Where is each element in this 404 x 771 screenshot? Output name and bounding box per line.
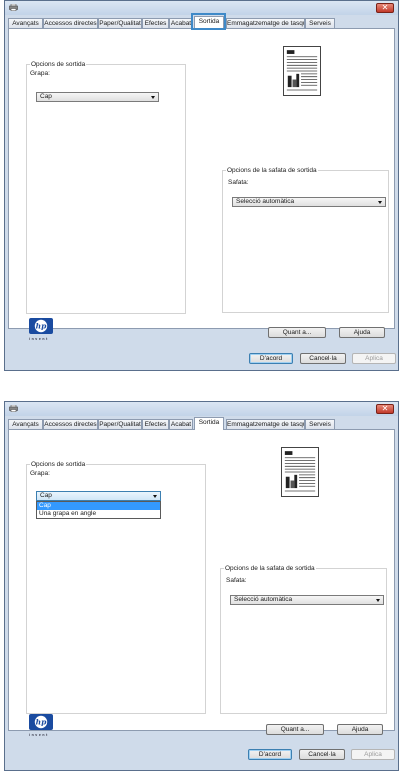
tab-advanced[interactable]: Avançats <box>8 419 43 429</box>
cancel-button[interactable]: Cancel·la <box>299 749 345 760</box>
output-tray-group: Opcions de la safata de sortida Safata: … <box>222 166 389 313</box>
tab-paper-quality[interactable]: Paper/Qualitat <box>98 18 142 28</box>
output-tray-group: Opcions de la safata de sortida Safata: … <box>220 564 387 714</box>
output-tab-panel: Opcions de sortida Grapa: Cap Opcions de… <box>8 28 395 341</box>
title-bar: ✕ <box>5 402 398 416</box>
hp-logo-icon: hp <box>29 714 53 730</box>
tab-services[interactable]: Serveis <box>305 419 335 429</box>
print-properties-dialog-2: ✕ Avançats Accessos directes Paper/Quali… <box>4 401 399 771</box>
chevron-down-icon <box>378 201 382 204</box>
close-button[interactable]: ✕ <box>376 3 394 13</box>
close-icon: ✕ <box>381 3 389 12</box>
apply-button[interactable]: Aplica <box>351 749 395 760</box>
tab-advanced[interactable]: Avançats <box>8 18 43 28</box>
tab-finishing[interactable]: Acabat <box>169 18 193 28</box>
staple-select[interactable]: Cap <box>36 92 159 102</box>
tab-strip: Avançats Accessos directes Paper/Qualita… <box>8 417 395 430</box>
chevron-down-icon <box>376 599 380 602</box>
document-preview-icon <box>281 447 319 497</box>
staple-select-value: Cap <box>40 492 52 499</box>
output-options-legend: Opcions de sortida <box>30 60 87 69</box>
tab-highlight-box <box>191 13 226 30</box>
tab-shortcuts[interactable]: Accessos directes <box>43 419 98 429</box>
help-button[interactable]: Ajuda <box>339 327 385 338</box>
output-options-group: Opcions de sortida Grapa: Cap Cap Una gr… <box>26 460 206 714</box>
staple-label: Grapa: <box>30 70 50 77</box>
tray-select[interactable]: Selecció automàtica <box>232 197 386 207</box>
ok-button[interactable]: D'acord <box>249 353 293 364</box>
tray-label: Safata: <box>226 577 247 584</box>
output-options-group: Opcions de sortida Grapa: Cap <box>26 60 186 314</box>
chevron-down-icon <box>153 495 157 498</box>
output-tab-panel: Opcions de sortida Grapa: Cap Cap Una gr… <box>8 429 395 737</box>
print-properties-dialog-1: ✕ Avançats Accessos directes Paper/Quali… <box>4 0 399 371</box>
about-button[interactable]: Quant a... <box>268 327 326 338</box>
staple-option[interactable]: Cap <box>37 502 160 510</box>
document-preview-icon <box>283 46 321 96</box>
tab-job-storage[interactable]: Emmagatzematge de tasques <box>226 18 305 28</box>
tab-paper-quality[interactable]: Paper/Qualitat <box>98 419 142 429</box>
ok-button[interactable]: D'acord <box>248 749 292 760</box>
tab-services[interactable]: Serveis <box>305 18 335 28</box>
tray-select-value: Selecció automàtica <box>234 596 293 603</box>
printer-icon <box>9 4 18 11</box>
tray-label: Safata: <box>228 179 249 186</box>
output-tray-legend: Opcions de la safata de sortida <box>226 166 318 175</box>
logo-tagline: invent <box>29 733 49 737</box>
tab-job-storage[interactable]: Emmagatzematge de tasques <box>226 419 305 429</box>
output-options-legend: Opcions de sortida <box>30 460 87 469</box>
cancel-button[interactable]: Cancel·la <box>300 353 346 364</box>
logo-tagline: invent <box>29 337 49 341</box>
tab-effects[interactable]: Efectes <box>142 18 169 28</box>
hp-logo-icon: hp <box>29 318 53 334</box>
close-icon: ✕ <box>381 404 389 413</box>
staple-select-value: Cap <box>40 93 52 100</box>
tray-select[interactable]: Selecció automàtica <box>230 595 384 605</box>
printer-icon <box>9 405 18 412</box>
tab-shortcuts[interactable]: Accessos directes <box>43 18 98 28</box>
tab-effects[interactable]: Efectes <box>142 419 169 429</box>
about-button[interactable]: Quant a... <box>266 724 324 735</box>
staple-option[interactable]: Una grapa en angle <box>37 510 160 518</box>
tab-finishing[interactable]: Acabat <box>169 419 193 429</box>
logo-text: hp <box>36 718 47 727</box>
staple-dropdown-list: Cap Una grapa en angle <box>36 501 161 519</box>
chevron-down-icon <box>151 96 155 99</box>
tab-strip: Avançats Accessos directes Paper/Qualita… <box>8 13 395 30</box>
staple-select[interactable]: Cap <box>36 491 161 501</box>
tab-output[interactable]: Sortida <box>194 417 224 430</box>
logo-text: hp <box>36 322 47 331</box>
staple-label: Grapa: <box>30 470 50 477</box>
apply-button[interactable]: Aplica <box>352 353 396 364</box>
output-tray-legend: Opcions de la safata de sortida <box>224 564 316 573</box>
close-button[interactable]: ✕ <box>376 404 394 414</box>
tray-select-value: Selecció automàtica <box>236 198 295 205</box>
help-button[interactable]: Ajuda <box>337 724 383 735</box>
